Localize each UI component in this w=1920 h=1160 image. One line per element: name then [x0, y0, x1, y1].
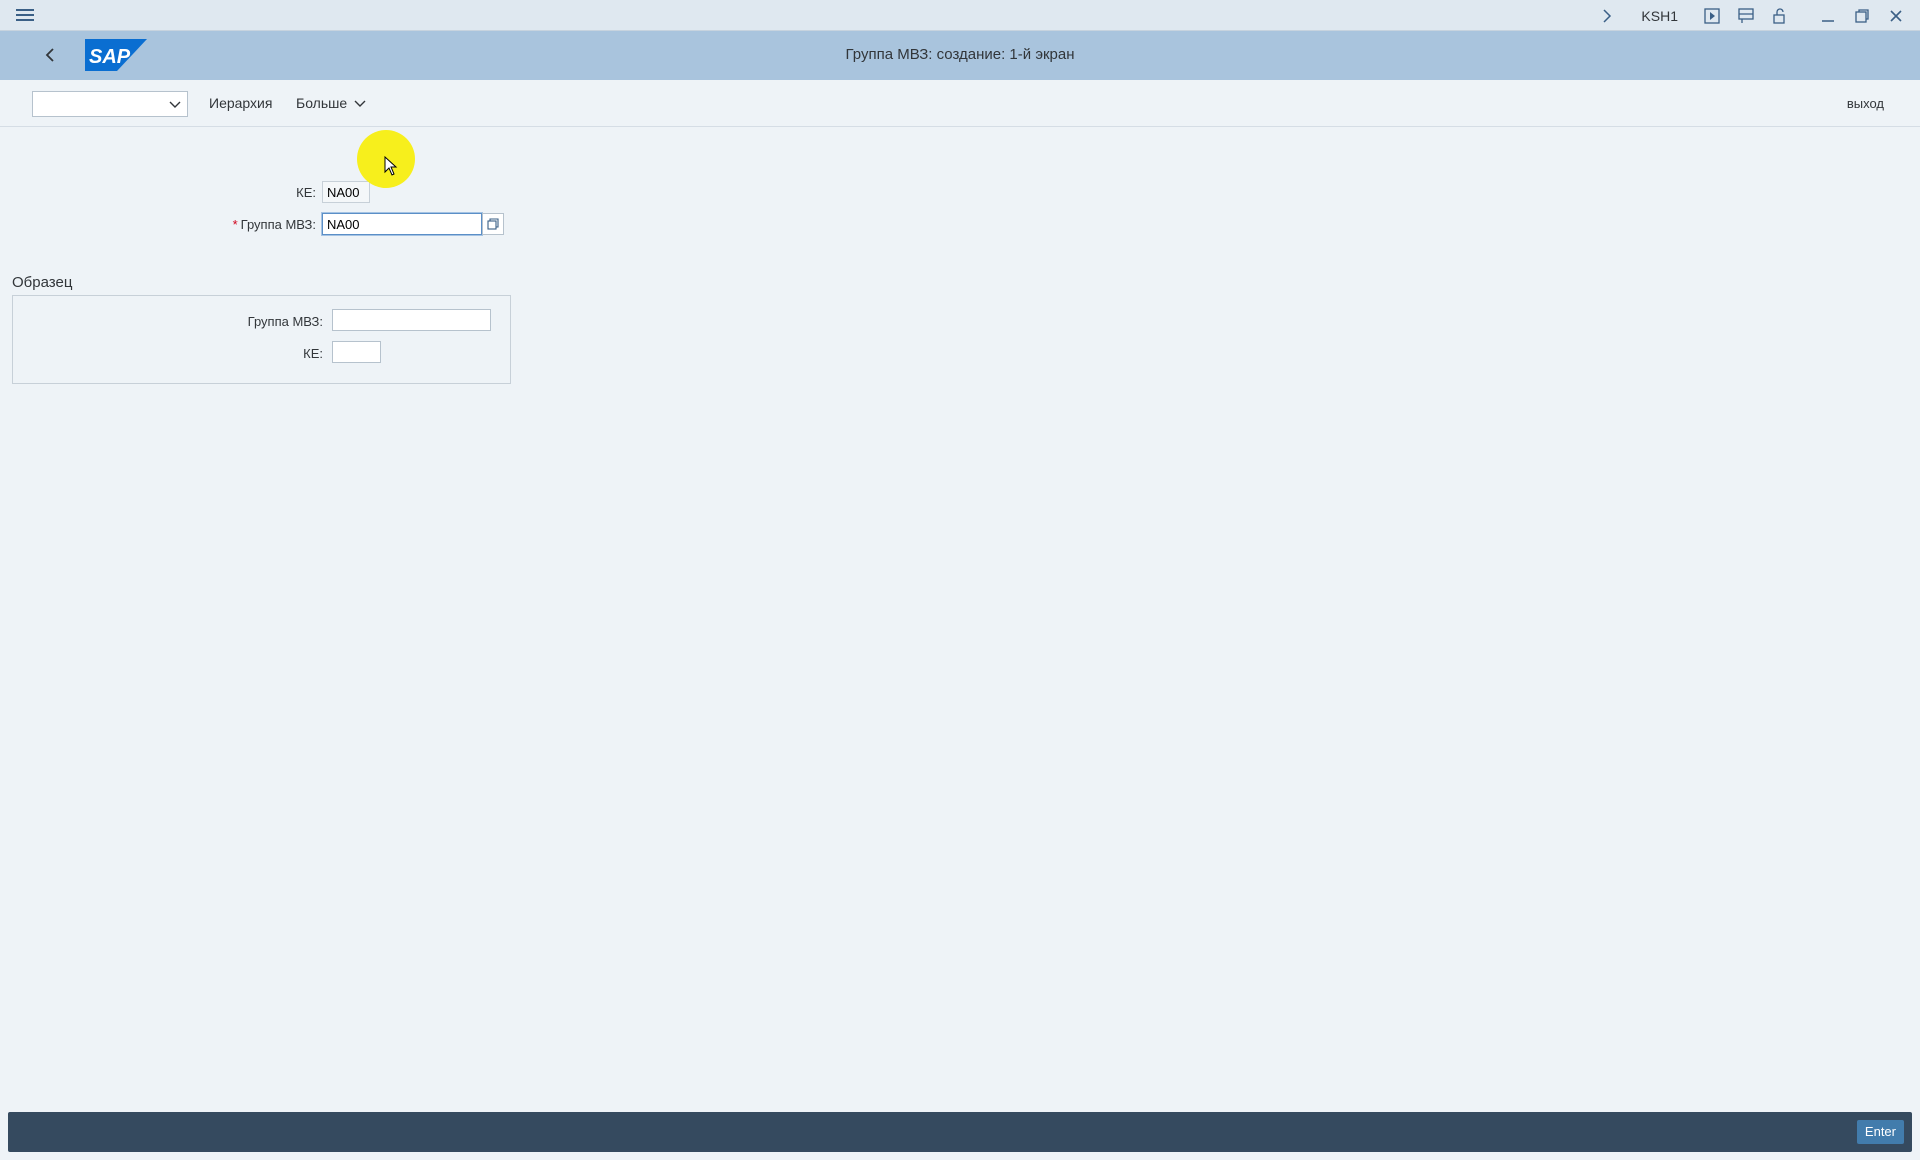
exit-button[interactable]: выход [1847, 96, 1884, 111]
required-indicator: * [232, 217, 238, 232]
more-button[interactable]: Больше [296, 95, 366, 111]
menu-icon[interactable] [14, 6, 36, 26]
page-title: Группа МВЗ: создание: 1-й экран [845, 46, 1075, 63]
minimize-icon[interactable] [1818, 6, 1838, 26]
chevron-down-icon [354, 100, 366, 107]
mouse-pointer-icon [384, 156, 398, 176]
command-field[interactable] [32, 91, 188, 117]
transaction-code: KSH1 [1641, 7, 1678, 24]
more-button-label: Больше [296, 95, 348, 111]
template-ke-label: КЕ: [303, 346, 323, 361]
chevron-down-icon [169, 101, 181, 108]
system-toolbar: KSH1 [1597, 0, 1906, 31]
application-toolbar: Иерархия Больше выход [0, 80, 1920, 127]
group-label: * Группа МВЗ: [200, 217, 316, 232]
template-ke-field[interactable] [332, 341, 381, 363]
enter-button[interactable]: Enter [1856, 1120, 1904, 1144]
title-bar: SAP Группа МВЗ: создание: 1-й экран [0, 31, 1920, 80]
chevron-right-icon[interactable] [1597, 6, 1617, 26]
value-help-button[interactable] [482, 213, 504, 235]
layout-icon[interactable] [1736, 6, 1756, 26]
play-icon[interactable] [1702, 6, 1722, 26]
template-group-label: Группа МВЗ: [247, 314, 323, 329]
system-bar: KSH1 [0, 0, 1920, 31]
value-help-icon [487, 218, 499, 230]
lock-icon[interactable] [1770, 6, 1790, 26]
ke-field[interactable]: NA00 [322, 181, 370, 203]
template-group-field[interactable] [332, 309, 491, 331]
group-field[interactable]: NA00 [322, 213, 482, 235]
hierarchy-button[interactable]: Иерархия [209, 95, 272, 111]
close-icon[interactable] [1886, 6, 1906, 26]
template-section-title: Образец [12, 274, 73, 291]
ke-label: КЕ: [296, 185, 316, 200]
group-label-text: Группа МВЗ: [240, 217, 316, 232]
status-bar: Enter [8, 1112, 1912, 1152]
restore-icon[interactable] [1852, 6, 1872, 26]
